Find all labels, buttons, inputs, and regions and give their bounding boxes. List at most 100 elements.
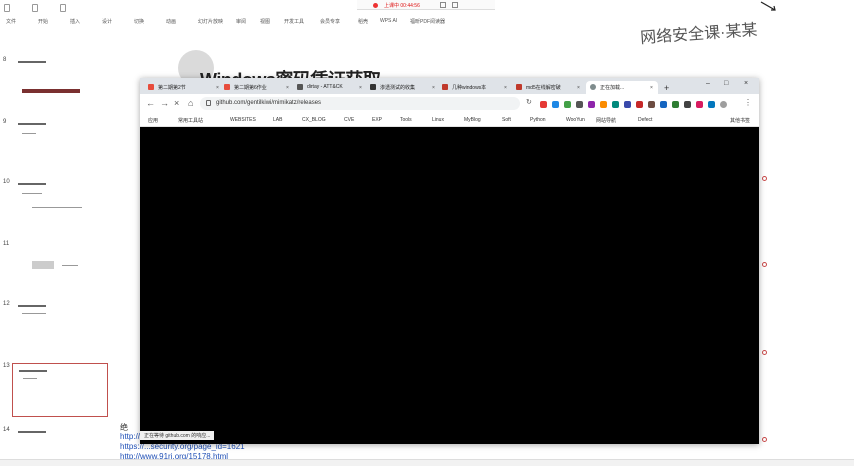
slide-thumbnail-selected[interactable] [12, 363, 108, 417]
browser-tab[interactable]: 渗透测试的收集 [366, 81, 438, 94]
extension-icon[interactable] [576, 101, 583, 108]
stop-icon[interactable] [452, 2, 458, 8]
bookmark-item[interactable]: MyBlog [464, 117, 481, 123]
extension-icon[interactable] [636, 101, 643, 108]
quick-access-icon[interactable] [60, 4, 66, 12]
bookmark-item[interactable]: 其他书签 [730, 117, 750, 124]
extension-icon[interactable] [612, 101, 619, 108]
extension-icon[interactable] [672, 101, 679, 108]
browser-tab[interactable]: 第二期第6作业 [220, 81, 292, 94]
browser-tab[interactable]: dirtay - ATT&CK [293, 81, 365, 94]
address-bar[interactable]: github.com/gentilkiwi/mimikatz/releases [200, 97, 520, 110]
favicon-icon [224, 84, 230, 90]
ribbon-tab[interactable]: 开发工具 [284, 18, 304, 25]
thumbnail-image [32, 261, 54, 269]
bookmark-item[interactable]: EXP [372, 117, 382, 123]
bookmark-item[interactable]: LAB [273, 117, 282, 123]
bookmark-item[interactable]: Python [530, 117, 546, 123]
slide-thumbnail[interactable] [12, 117, 108, 171]
tab-close-icon[interactable]: × [216, 85, 219, 91]
extension-icon[interactable] [648, 101, 655, 108]
forward-icon[interactable]: → [160, 98, 169, 108]
bookmark-item[interactable]: Tools [400, 117, 412, 123]
close-icon[interactable]: × [744, 80, 748, 87]
pause-icon[interactable] [440, 2, 446, 8]
quick-access-icon[interactable] [4, 4, 10, 12]
extension-icon[interactable] [684, 101, 691, 108]
ribbon-tab[interactable]: 稻壳 [358, 18, 368, 25]
stop-loading-icon[interactable]: × [174, 98, 179, 108]
ribbon-tab[interactable]: 文件 [6, 18, 16, 25]
selection-handle-icon[interactable] [762, 176, 767, 181]
bookmark-item[interactable]: WooYun [566, 117, 585, 123]
extension-icon[interactable] [600, 101, 607, 108]
slide-thumbnail[interactable] [12, 299, 108, 353]
tab-close-icon[interactable]: × [504, 85, 507, 91]
ribbon-tab[interactable]: 动画 [166, 18, 176, 25]
bookmark-item[interactable]: CVE [344, 117, 354, 123]
extension-icon[interactable] [660, 101, 667, 108]
loading-status: 正在等待 github.com 的响应... [140, 431, 215, 440]
maximize-icon[interactable]: □ [724, 80, 728, 87]
ribbon-tab[interactable]: 审阅 [236, 18, 246, 25]
slide-thumbnail[interactable] [12, 239, 108, 293]
tab-close-icon[interactable]: × [432, 85, 435, 91]
extension-icon[interactable] [696, 101, 703, 108]
tab-close-icon[interactable]: × [577, 85, 580, 91]
bookmark-item[interactable]: Soft [502, 117, 511, 123]
quick-access-icon[interactable] [32, 4, 38, 12]
new-tab-icon[interactable]: + [664, 84, 669, 93]
menu-icon[interactable]: ⋮ [744, 98, 752, 108]
back-icon[interactable]: ← [146, 98, 155, 108]
ribbon-tab[interactable]: 插入 [70, 18, 80, 25]
slide-number: 14 [3, 427, 10, 433]
ribbon-tab[interactable]: 开始 [38, 18, 48, 25]
page-content[interactable] [140, 128, 759, 444]
extension-icon[interactable] [588, 101, 595, 108]
bookmark-item[interactable]: Defect [638, 117, 652, 123]
browser-tab-active[interactable]: 正在加载... [586, 81, 658, 94]
bookmark-item[interactable]: 应用 [148, 117, 158, 124]
tab-label: 几种windows本 [452, 85, 487, 91]
refresh-icon[interactable]: ↻ [526, 98, 532, 108]
bookmark-item[interactable]: 常用工具站 [178, 117, 203, 124]
ribbon-tab[interactable]: 福昕PDF阅读器 [410, 18, 445, 25]
selection-handle-icon[interactable] [762, 437, 767, 442]
slide-thumbnail[interactable] [12, 177, 108, 231]
browser-tab[interactable]: 几种windows本 [438, 81, 510, 94]
ribbon-tab[interactable]: 切换 [134, 18, 144, 25]
tab-close-icon[interactable]: × [650, 85, 653, 91]
thumbnail-title [18, 61, 46, 63]
selection-handle-icon[interactable] [762, 262, 767, 267]
bookmark-item[interactable]: Linux [432, 117, 444, 123]
slide-thumbnail[interactable] [12, 425, 108, 459]
bookmark-item[interactable]: CX_BLOG [302, 117, 326, 123]
ribbon-tab[interactable]: WPS AI [380, 18, 397, 24]
browser-tab[interactable]: md5在线解密破 [512, 81, 584, 94]
ribbon-tab[interactable]: 设计 [102, 18, 112, 25]
tab-close-icon[interactable]: × [359, 85, 362, 91]
minimize-icon[interactable]: – [706, 80, 710, 87]
tab-label: md5在线解密破 [526, 85, 561, 91]
extension-icon[interactable] [540, 101, 547, 108]
extension-icon[interactable] [564, 101, 571, 108]
ribbon-tab[interactable]: 会员专享 [320, 18, 340, 25]
selection-handle-icon[interactable] [762, 350, 767, 355]
extension-icon[interactable] [708, 101, 715, 108]
extension-icon[interactable] [624, 101, 631, 108]
slide-number: 9 [3, 119, 7, 125]
cursor-arrow-icon [760, 1, 776, 11]
bookmark-item[interactable]: 网站导航 [596, 117, 616, 124]
home-icon[interactable]: ⌂ [188, 98, 193, 108]
lock-icon [206, 100, 211, 106]
browser-window[interactable]: 第二期第2节 第二期第6作业 dirtay - ATT&CK 渗透测试的收集 几… [140, 78, 759, 444]
tab-label: 正在加载... [600, 85, 625, 91]
slide-thumbnail[interactable] [12, 55, 108, 109]
tab-close-icon[interactable]: × [286, 85, 289, 91]
profile-avatar[interactable] [720, 101, 727, 108]
ribbon-tab[interactable]: 幻灯片放映 [198, 18, 223, 25]
browser-tab[interactable]: 第二期第2节 [144, 81, 224, 94]
bookmark-item[interactable]: WEBSITES [230, 117, 256, 123]
extension-icon[interactable] [552, 101, 559, 108]
ribbon-tab[interactable]: 视图 [260, 18, 270, 25]
